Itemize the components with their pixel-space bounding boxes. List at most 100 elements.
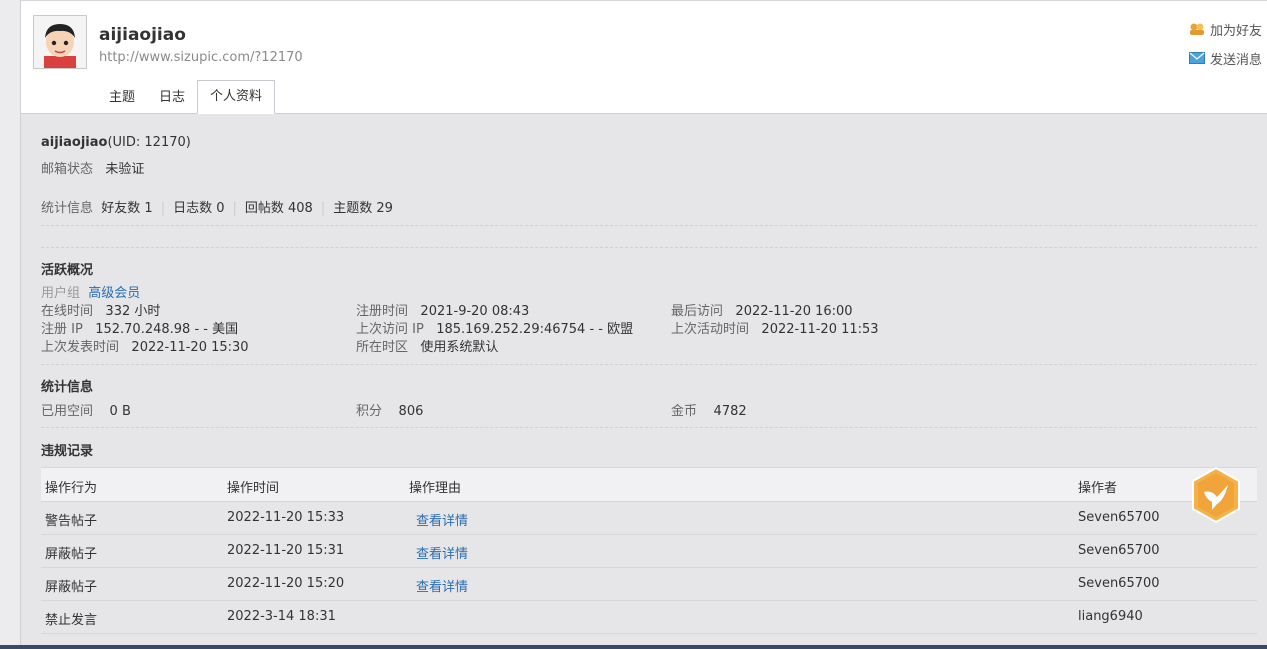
divider bbox=[41, 427, 1257, 428]
divider bbox=[41, 225, 1257, 226]
header-operator: 操作者 bbox=[1078, 481, 1118, 496]
send-message-button[interactable]: 发送消息 bbox=[1188, 48, 1262, 68]
profile-url[interactable]: http://www.sizupic.com/?12170 bbox=[99, 50, 303, 65]
tab-profile[interactable]: 个人资料 bbox=[197, 80, 276, 114]
profile-tabs: 主题 日志 个人资料 bbox=[97, 80, 276, 114]
last-visit-label: 最后访问 bbox=[671, 304, 724, 319]
add-friend-button[interactable]: 加为好友 bbox=[1189, 19, 1262, 39]
violations-title: 违规记录 bbox=[41, 444, 94, 459]
last-post-label: 上次发表时间 bbox=[41, 340, 120, 355]
register-ip-label: 注册 IP bbox=[41, 322, 83, 337]
row-time: 2022-11-20 15:31 bbox=[227, 543, 345, 558]
row-time: 2022-11-20 15:33 bbox=[227, 510, 345, 525]
profile-actions: 加为好友 发送消息 bbox=[1188, 19, 1262, 77]
row-time: 2022-3-14 18:31 bbox=[227, 609, 336, 624]
divider bbox=[41, 247, 1257, 248]
uid-text: (UID: 12170) bbox=[107, 135, 191, 150]
points-value: 806 bbox=[398, 404, 424, 419]
topic-count[interactable]: 主题数 29 bbox=[333, 201, 393, 216]
divider: | bbox=[232, 201, 237, 216]
usergroup: 用户组 高级会员 bbox=[41, 282, 140, 301]
last-active: 上次活动时间 2022-11-20 11:53 bbox=[671, 318, 879, 337]
row-operator: Seven65700 bbox=[1078, 576, 1160, 591]
row-operator: liang6940 bbox=[1078, 609, 1143, 624]
register-ip-value: 152.70.248.98 - - 美国 bbox=[95, 322, 239, 337]
used-space: 已用空间 0 B bbox=[41, 400, 131, 419]
hexagon-bird-icon bbox=[1192, 466, 1240, 524]
coins: 金币 4782 bbox=[671, 400, 747, 419]
usergroup-link[interactable]: 高级会员 bbox=[88, 286, 140, 301]
row-action: 屏蔽帖子 bbox=[45, 580, 98, 595]
used-space-label: 已用空间 bbox=[41, 404, 94, 419]
profile-username: aijiaojiao bbox=[99, 25, 186, 45]
last-active-value: 2022-11-20 11:53 bbox=[761, 322, 879, 337]
register-time: 注册时间 2021-9-20 08:43 bbox=[356, 300, 529, 319]
used-space-value: 0 B bbox=[109, 404, 131, 419]
os-taskbar bbox=[0, 645, 1267, 649]
view-details-link[interactable]: 查看详情 bbox=[416, 576, 468, 595]
table-row: 禁止发言 2022-3-14 18:31 liang6940 bbox=[41, 600, 1257, 634]
row-operator: Seven65700 bbox=[1078, 510, 1160, 525]
email-status: 邮箱状态 未验证 bbox=[41, 158, 144, 177]
bird-badge-icon[interactable] bbox=[1190, 466, 1242, 524]
row-action: 屏蔽帖子 bbox=[45, 547, 98, 562]
stats-line: 统计信息 好友数 1 | 日志数 0 | 回帖数 408 | 主题数 29 bbox=[41, 197, 393, 216]
row-action: 警告帖子 bbox=[45, 514, 98, 529]
stats-label: 统计信息 bbox=[41, 201, 94, 216]
coins-value: 4782 bbox=[713, 404, 747, 419]
register-time-label: 注册时间 bbox=[356, 304, 409, 319]
divider bbox=[41, 364, 1257, 365]
register-ip: 注册 IP 152.70.248.98 - - 美国 bbox=[41, 318, 238, 337]
last-active-label: 上次活动时间 bbox=[671, 322, 750, 337]
add-friend-icon bbox=[1189, 23, 1204, 35]
last-post-value: 2022-11-20 15:30 bbox=[131, 340, 249, 355]
last-visit-ip: 上次访问 IP 185.169.252.29:46754 - - 欧盟 bbox=[356, 318, 633, 337]
email-status-label: 邮箱状态 bbox=[41, 162, 94, 177]
header-time: 操作时间 bbox=[227, 481, 280, 496]
left-sidebar-strip bbox=[0, 0, 21, 649]
content-username: aijiaojiao bbox=[41, 135, 108, 150]
send-message-label: 发送消息 bbox=[1209, 52, 1262, 68]
add-friend-label: 加为好友 bbox=[1209, 23, 1262, 39]
points: 积分 806 bbox=[356, 400, 423, 419]
last-post: 上次发表时间 2022-11-20 15:30 bbox=[41, 336, 249, 355]
friends-count[interactable]: 好友数 1 bbox=[101, 201, 152, 216]
points-label: 积分 bbox=[356, 404, 383, 419]
table-header: 操作行为 操作时间 操作理由 操作者 bbox=[41, 467, 1257, 502]
table-row: 屏蔽帖子 2022-11-20 15:20 查看详情 Seven65700 bbox=[41, 567, 1257, 601]
uid-line: aijiaojiao(UID: 12170) bbox=[41, 135, 191, 150]
view-details-link[interactable]: 查看详情 bbox=[416, 510, 468, 529]
coins-label: 金币 bbox=[671, 404, 698, 419]
email-status-value: 未验证 bbox=[105, 162, 145, 177]
reply-count[interactable]: 回帖数 408 bbox=[245, 201, 313, 216]
table-row: 屏蔽帖子 2022-11-20 15:31 查看详情 Seven65700 bbox=[41, 534, 1257, 568]
last-visit-ip-value: 185.169.252.29:46754 - - 欧盟 bbox=[436, 322, 634, 337]
row-time: 2022-11-20 15:20 bbox=[227, 576, 345, 591]
online-time-label: 在线时间 bbox=[41, 304, 94, 319]
header-reason: 操作理由 bbox=[409, 481, 462, 496]
tab-blog[interactable]: 日志 bbox=[147, 82, 197, 114]
profile-header: aijiaojiao http://www.sizupic.com/?12170… bbox=[21, 0, 1267, 114]
blog-count[interactable]: 日志数 0 bbox=[173, 201, 224, 216]
online-time: 在线时间 332 小时 bbox=[41, 300, 160, 319]
register-time-value: 2021-9-20 08:43 bbox=[420, 304, 530, 319]
divider: | bbox=[320, 201, 326, 216]
row-action: 禁止发言 bbox=[45, 613, 98, 628]
tab-topics[interactable]: 主题 bbox=[97, 82, 147, 114]
avatar-image bbox=[34, 16, 86, 68]
last-visit: 最后访问 2022-11-20 16:00 bbox=[671, 300, 853, 319]
header-action: 操作行为 bbox=[45, 481, 98, 496]
timezone-label: 所在时区 bbox=[356, 340, 409, 355]
profile-page: aijiaojiao http://www.sizupic.com/?12170… bbox=[21, 0, 1267, 645]
row-operator: Seven65700 bbox=[1078, 543, 1160, 558]
avatar[interactable] bbox=[33, 15, 87, 69]
last-visit-ip-label: 上次访问 IP bbox=[356, 322, 424, 337]
timezone-value: 使用系统默认 bbox=[420, 340, 499, 355]
view-details-link[interactable]: 查看详情 bbox=[416, 543, 468, 562]
online-time-value: 332 小时 bbox=[105, 304, 161, 319]
usergroup-label: 用户组 bbox=[41, 286, 81, 301]
divider: | bbox=[160, 201, 166, 216]
last-visit-value: 2022-11-20 16:00 bbox=[735, 304, 853, 319]
activity-title: 活跃概况 bbox=[41, 263, 94, 278]
statistics-title: 统计信息 bbox=[41, 380, 94, 395]
